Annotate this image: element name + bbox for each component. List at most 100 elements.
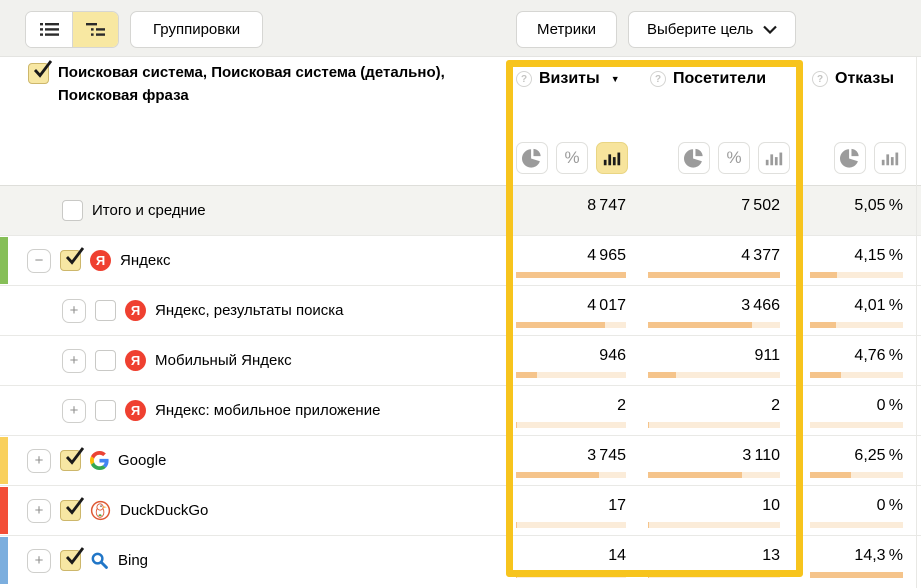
row-label[interactable]: Google bbox=[118, 452, 166, 469]
row-checkbox[interactable] bbox=[95, 400, 116, 421]
cell-visits: 4 017 bbox=[516, 286, 626, 335]
visits-value: 14 bbox=[608, 547, 626, 565]
visits-value: 3 745 bbox=[587, 447, 626, 465]
expand-button[interactable]: + bbox=[27, 449, 51, 473]
yandex-icon: Я bbox=[90, 250, 111, 271]
expand-button[interactable]: + bbox=[27, 549, 51, 573]
row-checkbox[interactable] bbox=[60, 450, 81, 471]
visits-share-bar bbox=[516, 472, 626, 478]
visitors-value: 7 502 bbox=[741, 197, 780, 215]
visits-percent-button[interactable]: % bbox=[556, 142, 588, 174]
google-icon bbox=[90, 451, 109, 470]
expand-button[interactable]: + bbox=[62, 349, 86, 373]
bounce-value: 6,25 % bbox=[854, 447, 903, 465]
bounce-share-bar bbox=[810, 322, 903, 328]
row-checkbox[interactable] bbox=[60, 550, 81, 571]
row-label[interactable]: Яндекс, результаты поиска bbox=[155, 302, 344, 319]
table-row: Итого и средние8 7477 5025,05 % bbox=[0, 185, 921, 235]
cell-visits: 3 745 bbox=[516, 436, 626, 485]
percent-icon: % bbox=[726, 148, 741, 168]
visits-value: 946 bbox=[599, 347, 626, 365]
help-icon[interactable]: ? bbox=[812, 71, 828, 87]
cell-bounce: 14,3 % bbox=[810, 536, 903, 585]
visits-share-bar bbox=[516, 322, 626, 328]
column-header-visits: ? Визиты ▼ bbox=[516, 70, 620, 88]
visitors-value: 4 377 bbox=[741, 247, 780, 265]
row-checkbox[interactable] bbox=[60, 250, 81, 271]
column-header-visitors-label[interactable]: Посетители bbox=[673, 70, 766, 88]
tree-view-button[interactable] bbox=[72, 12, 118, 47]
bounce-share-bar bbox=[810, 372, 903, 378]
visits-share-bar bbox=[516, 572, 626, 578]
row-label[interactable]: Мобильный Яндекс bbox=[155, 352, 292, 369]
visits-bars-button[interactable] bbox=[596, 142, 628, 174]
cell-visits: 4 965 bbox=[516, 236, 626, 285]
row-label[interactable]: Bing bbox=[118, 552, 148, 569]
help-icon[interactable]: ? bbox=[516, 71, 532, 87]
cell-visits: 17 bbox=[516, 486, 626, 535]
cell-bounce: 0 % bbox=[810, 386, 903, 435]
row-checkbox[interactable] bbox=[62, 200, 83, 221]
row-label[interactable]: Яндекс: мобильное приложение bbox=[155, 402, 380, 419]
row-checkbox[interactable] bbox=[95, 350, 116, 371]
column-header-visits-label[interactable]: Визиты bbox=[539, 70, 600, 88]
column-header-bounce-label[interactable]: Отказы bbox=[835, 70, 894, 88]
row-checkbox[interactable] bbox=[60, 500, 81, 521]
table-row: −ЯЯндекс4 9654 3774,15 % bbox=[0, 235, 921, 285]
expand-button[interactable]: + bbox=[62, 399, 86, 423]
visitors-value: 13 bbox=[762, 547, 780, 565]
visitors-value: 3 466 bbox=[741, 297, 780, 315]
table-row: +ЯМобильный Яндекс9469114,76 % bbox=[0, 335, 921, 385]
visitors-share-bar bbox=[648, 572, 780, 578]
row-label[interactable]: Яндекс bbox=[120, 252, 170, 269]
cell-visitors: 10 bbox=[648, 486, 780, 535]
visitors-percent-button[interactable]: % bbox=[718, 142, 750, 174]
table-body: Итого и средние8 7477 5025,05 % − Я Яндекс 4… bbox=[0, 185, 921, 588]
visitors-share-bar bbox=[648, 372, 780, 378]
groupings-button[interactable]: Группировки bbox=[130, 11, 263, 48]
visitors-value: 2 bbox=[771, 397, 780, 415]
table-header: Поисковая система, Поисковая система (де… bbox=[0, 57, 921, 185]
metrics-button[interactable]: Метрики bbox=[516, 11, 617, 48]
bounce-share-bar bbox=[810, 522, 903, 528]
goal-select-button[interactable]: Выберите цель bbox=[628, 11, 796, 48]
bounce-value: 14,3 % bbox=[854, 547, 903, 565]
tree-view-icon bbox=[86, 22, 105, 37]
yandex-icon: Я bbox=[125, 300, 146, 321]
visitors-bars-button[interactable] bbox=[758, 142, 790, 174]
cell-visits: 14 bbox=[516, 536, 626, 585]
goal-select-label: Выберите цель bbox=[647, 21, 753, 38]
bounce-share-bar bbox=[810, 422, 903, 428]
help-icon[interactable]: ? bbox=[650, 71, 666, 87]
expand-button[interactable]: + bbox=[62, 299, 86, 323]
row-label[interactable]: DuckDuckGo bbox=[120, 502, 208, 519]
visitors-share-bar bbox=[648, 422, 780, 428]
visitors-pie-button[interactable] bbox=[678, 142, 710, 174]
grouping-title: Поисковая система, Поисковая система (де… bbox=[58, 61, 518, 107]
collapse-button[interactable]: − bbox=[27, 249, 51, 273]
bounce-value: 4,01 % bbox=[854, 297, 903, 315]
yandex-icon: Я bbox=[125, 350, 146, 371]
bounce-pie-button[interactable] bbox=[834, 142, 866, 174]
grouping-checkbox[interactable] bbox=[28, 63, 49, 84]
cell-visitors: 13 bbox=[648, 536, 780, 585]
expand-button[interactable]: + bbox=[27, 499, 51, 523]
cell-bounce: 4,76 % bbox=[810, 336, 903, 385]
cell-bounce: 0 % bbox=[810, 486, 903, 535]
sort-desc-icon: ▼ bbox=[611, 74, 620, 84]
list-view-button[interactable] bbox=[26, 12, 72, 47]
visits-share-bar bbox=[516, 372, 626, 378]
bounce-view-buttons bbox=[834, 142, 906, 174]
row-checkbox[interactable] bbox=[95, 300, 116, 321]
visits-pie-button[interactable] bbox=[516, 142, 548, 174]
visits-share-bar bbox=[516, 522, 626, 528]
bing-search-icon bbox=[90, 551, 109, 570]
visits-value: 4 017 bbox=[587, 297, 626, 315]
row-label[interactable]: Итого и средние bbox=[92, 202, 206, 219]
visits-share-bar bbox=[516, 422, 626, 428]
pie-chart-icon bbox=[521, 147, 543, 169]
bounce-share-bar bbox=[810, 272, 903, 278]
bounce-bars-button[interactable] bbox=[874, 142, 906, 174]
yandex-icon: Я bbox=[125, 400, 146, 421]
bounce-value: 0 % bbox=[877, 397, 903, 415]
